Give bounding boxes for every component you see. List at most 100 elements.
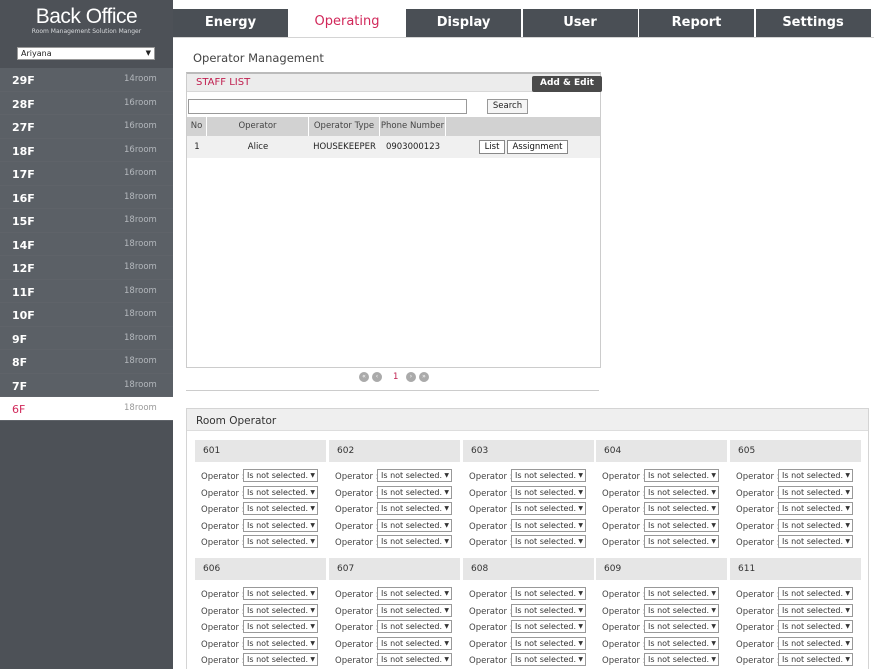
tab-report[interactable]: Report [639, 9, 754, 38]
operator-select[interactable]: Is not selected. ▼ [511, 518, 586, 532]
operator-select[interactable]: Is not selected. ▼ [377, 587, 452, 600]
assignment-button[interactable]: Assignment [507, 140, 568, 154]
logo: Back Office Room Management Solution Man… [0, 0, 173, 44]
add-edit-button[interactable]: Add & Edit [532, 76, 602, 92]
sidebar-floor-item[interactable]: 12F 18room [0, 256, 173, 280]
sidebar-floor-item[interactable]: 29F 14room [0, 68, 173, 92]
operator-select[interactable]: Is not selected. ▼ [377, 603, 452, 617]
last-page-icon[interactable]: » [419, 372, 429, 382]
chevron-down-icon: ▼ [845, 538, 850, 546]
operator-select[interactable]: Is not selected. ▼ [511, 469, 586, 482]
operator-select[interactable]: Is not selected. ▼ [243, 502, 318, 516]
operator-select[interactable]: Is not selected. ▼ [778, 603, 853, 617]
operator-select[interactable]: Is not selected. ▼ [377, 535, 452, 549]
operator-select[interactable]: Is not selected. ▼ [377, 653, 452, 667]
sidebar-floor-item[interactable]: 28F 16room [0, 91, 173, 115]
operator-select[interactable]: Is not selected. ▼ [243, 603, 318, 617]
operator-select[interactable]: Is not selected. ▼ [243, 485, 318, 499]
operator-select[interactable]: Is not selected. ▼ [644, 535, 719, 549]
operator-select[interactable]: Is not selected. ▼ [778, 485, 853, 499]
operator-select[interactable]: Is not selected. ▼ [778, 620, 853, 634]
operator-select[interactable]: Is not selected. ▼ [511, 535, 586, 549]
sidebar-floor-item[interactable]: 17F 16room [0, 162, 173, 186]
prev-page-icon[interactable]: ‹ [372, 372, 382, 382]
operator-select[interactable]: Is not selected. ▼ [644, 587, 719, 600]
sidebar-floor-item[interactable]: 14F 18room [0, 232, 173, 256]
chevron-down-icon: ▼ [310, 623, 315, 631]
sidebar-floor-item[interactable]: 15F 18room [0, 209, 173, 233]
sidebar-floor-item[interactable]: 11F 18room [0, 279, 173, 303]
next-page-icon[interactable]: › [406, 372, 416, 382]
operator-select[interactable]: Is not selected. ▼ [778, 636, 853, 650]
operator-select[interactable]: Is not selected. ▼ [644, 485, 719, 499]
chevron-down-icon: ▼ [578, 590, 583, 597]
page-number[interactable]: 1 [393, 372, 398, 382]
sidebar-floor-item[interactable]: 10F 18room [0, 303, 173, 327]
operator-select[interactable]: Is not selected. ▼ [243, 620, 318, 634]
operator-select[interactable]: Is not selected. ▼ [243, 636, 318, 650]
operator-select[interactable]: Is not selected. ▼ [377, 518, 452, 532]
sidebar-floor-item[interactable]: 8F 18room [0, 350, 173, 374]
operator-select[interactable]: Is not selected. ▼ [377, 469, 452, 482]
sidebar-floor-item[interactable]: 18F 16room [0, 138, 173, 162]
operator-select[interactable]: Is not selected. ▼ [511, 502, 586, 516]
operator-select[interactable]: Is not selected. ▼ [243, 518, 318, 532]
sidebar-floor-item[interactable]: 9F 18room [0, 326, 173, 350]
sidebar-floor-item[interactable]: 6F 18room [0, 397, 173, 421]
operator-select[interactable]: Is not selected. ▼ [644, 469, 719, 482]
operator-select[interactable]: Is not selected. ▼ [511, 485, 586, 499]
list-button[interactable]: List [479, 140, 505, 154]
table-row: 1 Alice HOUSEKEEPER 0903000123 List Assi… [187, 136, 600, 158]
room-number: 602 [329, 440, 460, 462]
operator-select[interactable]: Is not selected. ▼ [511, 603, 586, 617]
operator-select[interactable]: Is not selected. ▼ [511, 653, 586, 667]
tab-user[interactable]: User [522, 9, 638, 38]
sidebar-floor-item[interactable]: 27F 16room [0, 115, 173, 139]
tab-display[interactable]: Display [406, 9, 521, 38]
operator-select[interactable]: Is not selected. ▼ [778, 587, 853, 600]
sidebar-floor-item[interactable]: 16F 18room [0, 185, 173, 209]
divider [186, 390, 599, 391]
search-button[interactable]: Search [487, 99, 528, 114]
tab-settings[interactable]: Settings [755, 9, 871, 38]
operator-select[interactable]: Is not selected. ▼ [243, 587, 318, 600]
operator-select[interactable]: Is not selected. ▼ [778, 535, 853, 549]
app-title: Back Office [35, 5, 138, 28]
operator-select[interactable]: Is not selected. ▼ [243, 653, 318, 667]
operator-row: Operator : Is not selected. ▼ [602, 502, 727, 516]
tab-operating[interactable]: Operating [289, 6, 405, 38]
operator-select[interactable]: Is not selected. ▼ [644, 603, 719, 617]
first-page-icon[interactable]: « [359, 372, 369, 382]
operator-select[interactable]: Is not selected. ▼ [377, 502, 452, 516]
building-select[interactable]: Ariyana ▼ [17, 47, 155, 60]
operator-label: Operator : [602, 472, 646, 482]
search-input[interactable] [188, 99, 467, 114]
operator-select[interactable]: Is not selected. ▼ [377, 636, 452, 650]
operator-select[interactable]: Is not selected. ▼ [511, 587, 586, 600]
operator-select[interactable]: Is not selected. ▼ [778, 518, 853, 532]
tab-energy[interactable]: Energy [173, 9, 288, 38]
floor-name: 7F [12, 379, 28, 393]
operator-row: Operator : Is not selected. ▼ [335, 469, 460, 483]
operator-select[interactable]: Is not selected. ▼ [778, 469, 853, 482]
operator-label: Operator : [469, 623, 513, 634]
operator-select[interactable]: Is not selected. ▼ [644, 518, 719, 532]
operator-select[interactable]: Is not selected. ▼ [243, 469, 318, 482]
operator-select-value: Is not selected. [648, 520, 710, 530]
operator-select[interactable]: Is not selected. ▼ [377, 620, 452, 634]
operator-select[interactable]: Is not selected. ▼ [511, 636, 586, 650]
operator-select[interactable]: Is not selected. ▼ [644, 636, 719, 650]
operator-select[interactable]: Is not selected. ▼ [377, 485, 452, 499]
operator-select[interactable]: Is not selected. ▼ [778, 502, 853, 516]
operator-label: Operator : [335, 505, 379, 516]
operator-select[interactable]: Is not selected. ▼ [778, 653, 853, 667]
operator-select[interactable]: Is not selected. ▼ [644, 620, 719, 634]
operator-select[interactable]: Is not selected. ▼ [644, 653, 719, 667]
chevron-down-icon: ▼ [310, 472, 315, 479]
operator-row: Operator : Is not selected. ▼ [469, 620, 594, 634]
operator-select[interactable]: Is not selected. ▼ [243, 535, 318, 549]
operator-select[interactable]: Is not selected. ▼ [644, 502, 719, 516]
sidebar-floor-item[interactable]: 7F 18room [0, 373, 173, 397]
operator-select[interactable]: Is not selected. ▼ [511, 620, 586, 634]
operator-select-value: Is not selected. [782, 622, 844, 632]
